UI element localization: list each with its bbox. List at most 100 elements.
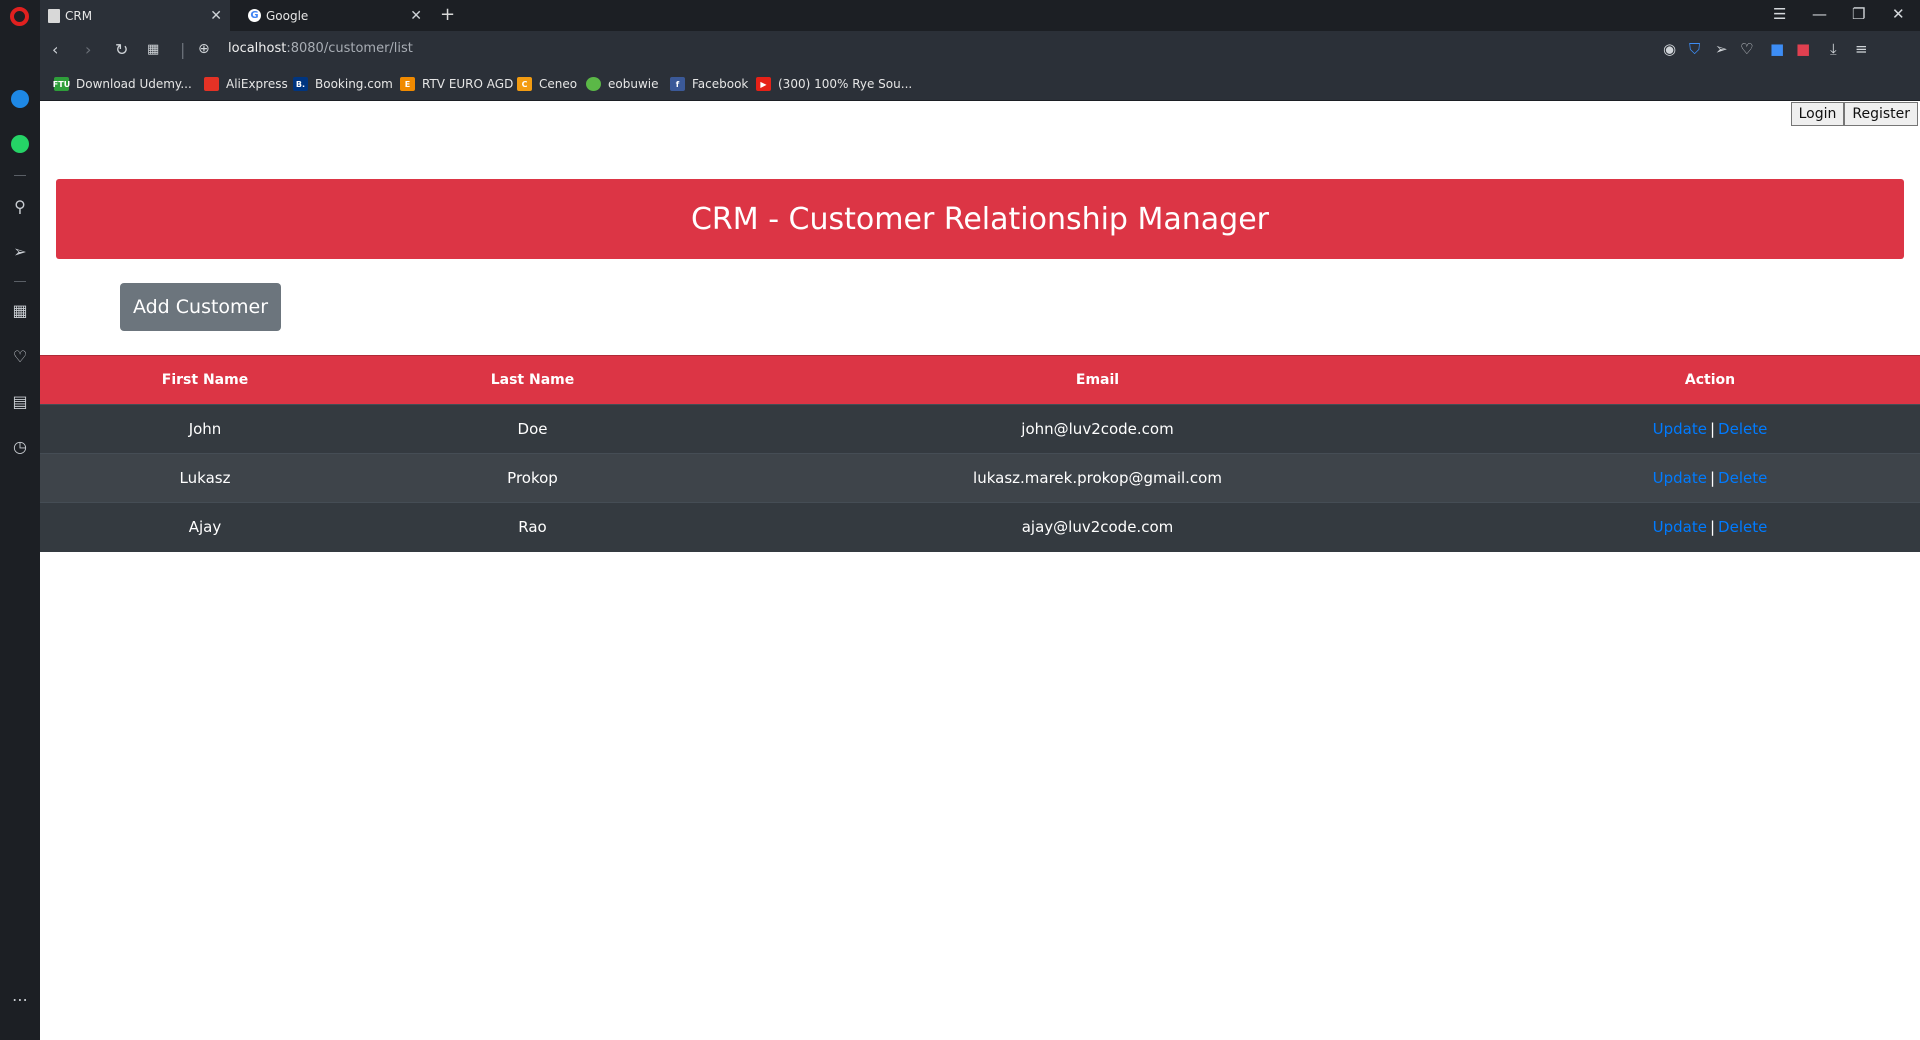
- bookmarks-bar: FTU Download Udemy... AliExpress B. Bookin…: [40, 69, 1920, 101]
- pocket-icon[interactable]: ■: [1796, 40, 1810, 58]
- bookmark-label: eobuwie: [608, 77, 659, 91]
- speed-dial-icon[interactable]: ▦: [9, 299, 31, 321]
- table-row: Ajay Rao ajay@luv2code.com Update | Delete: [40, 502, 1920, 552]
- bookmark-item[interactable]: eobuwie: [586, 77, 658, 91]
- tab-title: CRM: [65, 8, 93, 23]
- bookmark-item[interactable]: ▶ (300) 100% Rye Sou...: [756, 77, 912, 91]
- tab-google[interactable]: G Google ✕: [240, 0, 430, 31]
- opera-sidebar: ⚲ ➢ ▦ ♡ ▤ ◷ ⋯: [0, 31, 40, 1040]
- add-customer-button[interactable]: Add Customer: [120, 283, 281, 331]
- auth-buttons: Login Register: [1790, 102, 1918, 126]
- bookmark-label: AliExpress: [226, 77, 288, 91]
- customer-table: First Name Last Name Email Action John D…: [40, 355, 1920, 552]
- bookmark-icon: FTU: [53, 77, 70, 91]
- update-link[interactable]: Update: [1653, 420, 1707, 438]
- bookmark-label: Download Udemy...: [76, 77, 192, 91]
- bookmark-item[interactable]: B. Booking.com: [293, 77, 393, 91]
- table-row: John Doe john@luv2code.com Update | Delete: [40, 404, 1920, 454]
- rtv-icon: E: [400, 77, 415, 91]
- facebook-icon: f: [670, 77, 685, 91]
- heart-icon[interactable]: ♡: [1740, 40, 1753, 58]
- ceneo-icon: C: [517, 77, 532, 91]
- minimize-icon[interactable]: —: [1812, 5, 1827, 23]
- sidebar-divider: [14, 175, 26, 176]
- aliexpress-icon: [204, 77, 219, 91]
- last-name-cell: Rao: [370, 502, 695, 552]
- new-tab-icon[interactable]: +: [440, 4, 455, 25]
- forward-icon[interactable]: ›: [85, 40, 91, 59]
- action-separator: |: [1709, 469, 1716, 487]
- shield-icon[interactable]: ⛉: [1689, 40, 1700, 58]
- column-header-email: Email: [695, 355, 1500, 405]
- separator: |: [180, 40, 186, 59]
- eobuwie-icon: [586, 77, 601, 91]
- bookmark-label: RTV EURO AGD: [422, 77, 514, 91]
- delete-link[interactable]: Delete: [1718, 469, 1767, 487]
- opera-logo-icon[interactable]: [10, 7, 29, 26]
- speed-dial-icon[interactable]: ▦: [147, 42, 159, 57]
- send-icon[interactable]: ➢: [9, 240, 31, 262]
- url-path: :8080/customer/list: [286, 41, 413, 56]
- history-icon[interactable]: ◷: [9, 435, 31, 457]
- download-extension-icon[interactable]: ■: [1770, 40, 1784, 58]
- delete-link[interactable]: Delete: [1718, 518, 1767, 536]
- last-name-cell: Doe: [370, 404, 695, 454]
- first-name-cell: Lukasz: [40, 453, 370, 503]
- bookmark-item[interactable]: FTU Download Udemy...: [53, 77, 192, 91]
- update-link[interactable]: Update: [1653, 469, 1707, 487]
- globe-icon[interactable]: ⊕: [198, 41, 210, 57]
- youtube-icon: ▶: [756, 77, 771, 91]
- action-cell: Update | Delete: [1500, 404, 1920, 454]
- camera-icon[interactable]: ◉: [1663, 40, 1676, 58]
- login-button[interactable]: Login: [1790, 102, 1845, 126]
- tab-strip: CRM ✕ G Google ✕ + ☰ — ❐ ✕: [0, 0, 1920, 31]
- google-icon: G: [248, 9, 261, 22]
- header-banner: CRM - Customer Relationship Manager: [56, 179, 1904, 259]
- document-icon: [48, 8, 60, 23]
- table-header-row: First Name Last Name Email Action: [40, 355, 1920, 405]
- action-separator: |: [1709, 518, 1716, 537]
- update-link[interactable]: Update: [1653, 518, 1707, 536]
- last-name-cell: Prokop: [370, 453, 695, 503]
- bookmark-item[interactable]: AliExpress: [204, 77, 288, 91]
- back-icon[interactable]: ‹: [52, 40, 58, 59]
- close-tab-icon[interactable]: ✕: [210, 8, 222, 24]
- tab-menu-icon[interactable]: ☰: [1773, 5, 1786, 23]
- downloads-icon[interactable]: ⤓: [1830, 40, 1837, 58]
- bookmark-item[interactable]: f Facebook: [670, 77, 748, 91]
- messenger-icon[interactable]: [9, 88, 31, 110]
- bookmark-label: Booking.com: [315, 77, 393, 91]
- browser-window: CRM ✕ G Google ✕ + ☰ — ❐ ✕ ⚲ ➢ ▦ ♡ ▤ ◷ ⋯…: [0, 0, 1920, 1040]
- more-icon[interactable]: ⋯: [9, 988, 31, 1010]
- news-icon[interactable]: ▤: [9, 390, 31, 412]
- url-field[interactable]: localhost:8080/customer/list: [228, 41, 413, 56]
- page-content: Login Register CRM - Customer Relationsh…: [40, 101, 1920, 1040]
- action-separator: |: [1709, 420, 1716, 438]
- email-cell: lukasz.marek.prokop@gmail.com: [695, 453, 1500, 503]
- close-tab-icon[interactable]: ✕: [410, 8, 422, 24]
- bookmark-label: Ceneo: [539, 77, 578, 91]
- sidebar-divider: [14, 281, 26, 282]
- bookmark-item[interactable]: C Ceneo: [517, 77, 577, 91]
- bookmark-item[interactable]: E RTV EURO AGD: [400, 77, 513, 91]
- action-cell: Update | Delete: [1500, 453, 1920, 503]
- heart-icon[interactable]: ♡: [9, 345, 31, 367]
- first-name-cell: Ajay: [40, 502, 370, 552]
- tab-title: Google: [266, 8, 309, 23]
- search-icon[interactable]: ⚲: [9, 195, 31, 217]
- email-cell: john@luv2code.com: [695, 404, 1500, 454]
- whatsapp-icon[interactable]: [9, 133, 31, 155]
- tab-crm[interactable]: CRM ✕: [40, 0, 230, 31]
- reload-icon[interactable]: ↻: [115, 40, 128, 59]
- delete-link[interactable]: Delete: [1718, 420, 1767, 438]
- url-host: localhost: [228, 41, 287, 56]
- send-icon[interactable]: ➢: [1715, 40, 1728, 58]
- register-button[interactable]: Register: [1844, 102, 1918, 126]
- close-window-icon[interactable]: ✕: [1892, 5, 1905, 23]
- first-name-cell: John: [40, 404, 370, 454]
- restore-icon[interactable]: ❐: [1852, 5, 1865, 23]
- column-header-last-name: Last Name: [370, 355, 695, 405]
- easy-setup-icon[interactable]: ≡: [1855, 40, 1868, 58]
- page-title: CRM - Customer Relationship Manager: [690, 201, 1270, 237]
- action-cell: Update | Delete: [1500, 502, 1920, 552]
